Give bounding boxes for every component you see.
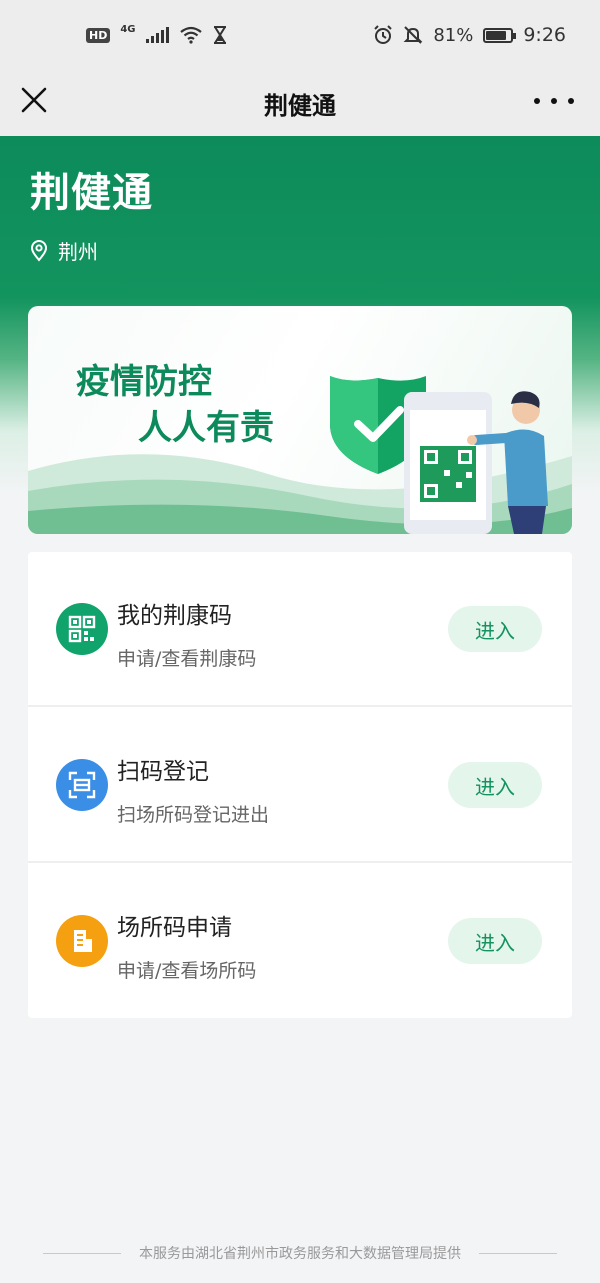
service-subtitle: 申请/查看场所码 xyxy=(117,960,257,982)
footer-divider-right xyxy=(479,1252,557,1254)
signal-icon xyxy=(145,27,169,43)
enter-button[interactable]: 进入 xyxy=(448,606,542,652)
scan-icon xyxy=(56,759,108,811)
location[interactable]: 荆州 xyxy=(30,236,98,265)
mute-icon xyxy=(403,26,423,44)
qr-code-icon xyxy=(404,392,492,534)
service-item-scan-register[interactable]: 扫码登记 扫场所码登记进出 进入 xyxy=(28,708,572,863)
service-title: 场所码申请 xyxy=(117,915,232,941)
more-icon[interactable] xyxy=(534,86,574,116)
hd-badge: HD xyxy=(86,27,111,43)
qr-code-icon xyxy=(56,603,108,655)
building-icon xyxy=(56,915,108,967)
banner-line1: 疫情防控 xyxy=(76,362,212,402)
status-left: HD 4G xyxy=(86,23,227,44)
footer-text: 本服务由湖北省荆州市政务服务和大数据管理局提供 xyxy=(139,1246,461,1262)
alarm-icon xyxy=(374,25,393,44)
status-right: 81% 9:26 xyxy=(373,24,566,46)
service-title: 我的荆康码 xyxy=(117,603,232,629)
service-list: 我的荆康码 申请/查看荆康码 进入 扫码登记 扫场所码登记进出 进入 场所码申请 xyxy=(28,552,572,1018)
service-title: 扫码登记 xyxy=(117,759,209,785)
service-subtitle: 申请/查看荆康码 xyxy=(117,648,257,670)
enter-button[interactable]: 进入 xyxy=(448,762,542,808)
footer: 本服务由湖北省荆州市政务服务和大数据管理局提供 xyxy=(0,1240,600,1266)
close-icon[interactable] xyxy=(16,82,52,118)
wifi-icon xyxy=(179,26,202,44)
service-item-venue-code[interactable]: 场所码申请 申请/查看场所码 进入 xyxy=(28,864,572,1019)
hourglass-icon xyxy=(213,26,226,44)
footer-divider-left xyxy=(43,1252,121,1254)
enter-button[interactable]: 进入 xyxy=(448,918,542,964)
location-label: 荆州 xyxy=(58,240,98,264)
location-pin-icon xyxy=(30,239,48,262)
banner-line2: 人人有责 xyxy=(138,408,274,448)
service-item-health-code[interactable]: 我的荆康码 申请/查看荆康码 进入 xyxy=(28,552,572,707)
banner-illustration xyxy=(28,376,572,534)
service-subtitle: 扫场所码登记进出 xyxy=(117,804,270,826)
status-bar: HD 4G 81% 9:26 xyxy=(0,0,600,70)
app-title: 荆健通 xyxy=(30,170,153,216)
battery-icon xyxy=(483,27,517,43)
status-time: 9:26 xyxy=(523,24,566,46)
battery-percent: 81% xyxy=(433,24,474,46)
epidemic-banner: 疫情防控 人人有责 xyxy=(28,306,572,534)
nav-bar: 荆健通 xyxy=(0,70,600,136)
network-type: 4G xyxy=(120,23,136,35)
nav-title: 荆健通 xyxy=(264,91,336,120)
